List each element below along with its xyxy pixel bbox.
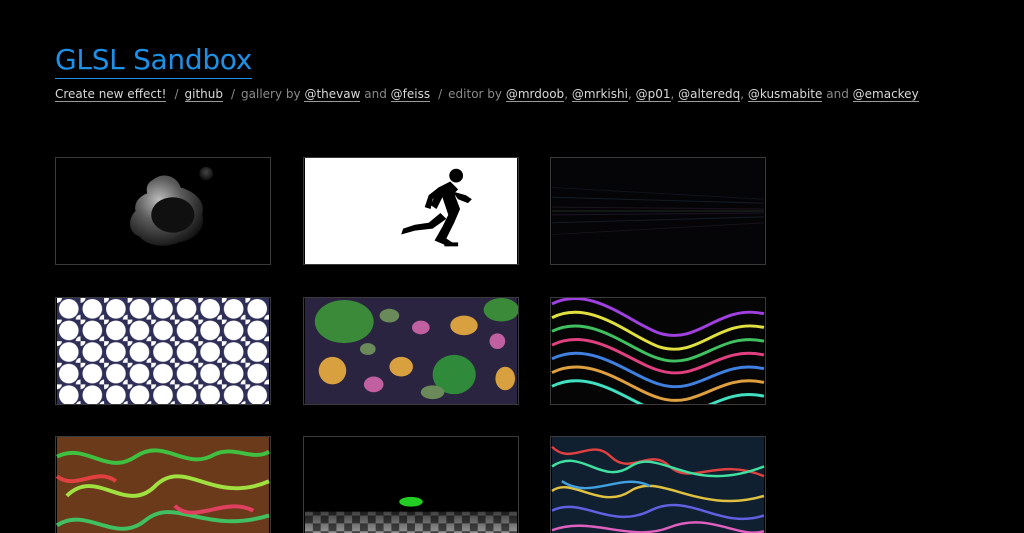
- gallery-thumbnail-checkerboard[interactable]: [303, 436, 519, 533]
- thevaw-link[interactable]: @thevaw: [304, 87, 361, 102]
- kusmabite-link[interactable]: @kusmabite: [747, 87, 823, 102]
- mrkishi-link[interactable]: @mrkishi: [571, 87, 628, 102]
- noise-lines-image: [551, 158, 765, 264]
- gallery-thumbnail-blobs[interactable]: [303, 297, 519, 405]
- colored-blobs-image: [305, 298, 518, 404]
- gallery-thumbnail-spiral[interactable]: [550, 297, 766, 405]
- p01-link[interactable]: @p01: [635, 87, 671, 102]
- separator: /: [174, 87, 179, 101]
- emackey-link[interactable]: @emackey: [852, 87, 919, 102]
- feiss-link[interactable]: @feiss: [390, 87, 431, 102]
- checkerboard-image: [305, 437, 517, 533]
- github-link[interactable]: github: [184, 87, 223, 102]
- hexagon-image: [57, 298, 269, 404]
- comma: ,: [670, 87, 675, 101]
- colorful-noise-image: [551, 437, 765, 533]
- gallery-thumbnail-swirl[interactable]: [55, 436, 271, 533]
- comma: ,: [564, 87, 569, 101]
- rainbow-spiral-image: [551, 298, 765, 404]
- mrdoob-link[interactable]: @mrdoob: [505, 87, 565, 102]
- separator: /: [438, 87, 443, 101]
- gallery-by-text: gallery by: [241, 87, 301, 101]
- green-red-swirl-image: [56, 437, 270, 533]
- comma: ,: [740, 87, 745, 101]
- and-text: and: [364, 87, 387, 101]
- page: GLSL Sandbox Create new effect! / github / g…: [0, 0, 1024, 533]
- running-man-image: [305, 158, 517, 264]
- create-new-effect-link[interactable]: Create new effect!: [55, 87, 167, 102]
- header-links: Create new effect! / github / gallery by @th…: [55, 86, 919, 102]
- metaball-image: [57, 158, 269, 264]
- gallery-thumbnail-noise-lines[interactable]: [550, 157, 766, 265]
- gallery-thumbnail-runner[interactable]: [303, 157, 519, 265]
- and-text: and: [826, 87, 849, 101]
- gallery-thumbnail-colorful-noise[interactable]: [550, 436, 766, 533]
- alteredq-link[interactable]: @alteredq: [678, 87, 741, 102]
- gallery-thumbnail-hexagons[interactable]: [55, 297, 271, 405]
- editor-by-text: editor by: [448, 87, 503, 101]
- comma: ,: [627, 87, 632, 101]
- gallery-thumbnail-blob[interactable]: [55, 157, 271, 265]
- page-title[interactable]: GLSL Sandbox: [55, 42, 252, 79]
- separator: /: [230, 87, 236, 101]
